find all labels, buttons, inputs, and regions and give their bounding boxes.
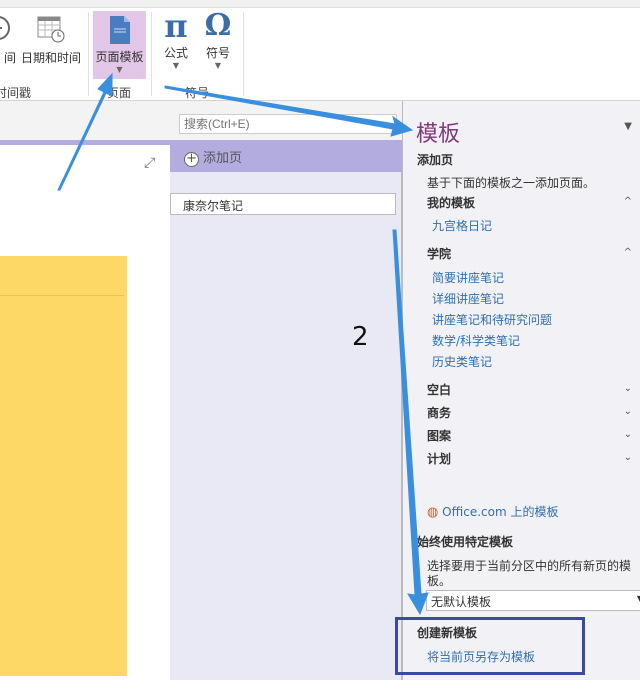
annotation-arrows <box>57 72 429 616</box>
arrow-to-create <box>392 229 429 616</box>
arrow-to-template-button <box>57 72 113 191</box>
arrow-to-panel <box>164 85 414 137</box>
